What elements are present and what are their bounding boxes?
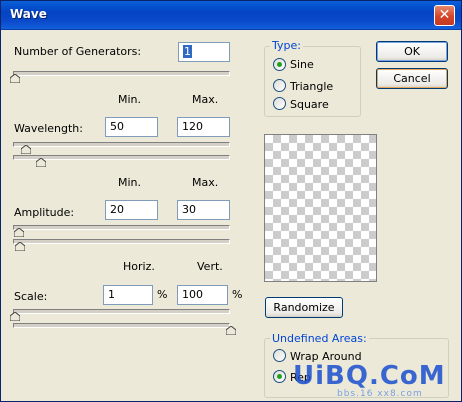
scale-label: Scale: [14,290,48,303]
amplitude-label: Amplitude: [14,206,75,219]
type-group-title: Type: [270,39,303,52]
undefined-areas-group-title: Undefined Areas: [270,332,369,345]
wave-dialog: Wave ✕ Number of Generators: 1 Min. Max.… [0,0,462,402]
title-bar[interactable]: Wave ✕ [1,1,461,30]
scale-vert-header: Vert. [197,260,223,273]
scale-horiz-slider-track[interactable] [13,309,230,314]
generators-value: 1 [183,45,192,58]
watermark-logo: UiBQ.CoM [293,361,446,391]
wavelength-min-slider-thumb[interactable] [21,145,31,154]
type-square-label[interactable]: Square [290,98,329,111]
wavelength-max-input[interactable]: 120 [177,117,230,137]
wavelength-min-header: Min. [118,93,142,106]
type-sine-radio[interactable] [273,58,286,71]
type-square-radio[interactable] [273,97,286,110]
amplitude-max-input[interactable]: 30 [177,200,230,220]
wrap-around-radio[interactable] [273,349,286,362]
wavelength-max-header: Max. [192,93,219,106]
ok-button[interactable]: OK [376,41,448,62]
scale-vert-slider-track[interactable] [13,323,230,328]
close-icon: ✕ [438,7,451,23]
type-sine-label[interactable]: Sine [290,58,314,71]
scale-vert-percent: % [232,288,243,301]
close-button[interactable]: ✕ [434,5,455,26]
scale-horiz-percent: % [157,288,168,301]
generators-input[interactable]: 1 [178,42,230,62]
wavelength-max-slider-thumb[interactable] [36,158,46,167]
scale-horiz-input[interactable]: 1 [103,285,153,305]
amplitude-min-header: Min. [118,176,142,189]
wavelength-min-slider-track[interactable] [13,142,230,147]
amplitude-max-slider-thumb[interactable] [15,242,25,251]
generators-label: Number of Generators: [14,45,142,58]
amplitude-max-slider-track[interactable] [13,239,230,244]
scale-vert-slider-thumb[interactable] [226,326,236,335]
scale-vert-input[interactable]: 100 [177,285,228,305]
randomize-button[interactable]: Randomize [265,297,343,318]
generators-slider-track[interactable] [13,71,230,76]
wavelength-min-input[interactable]: 50 [105,117,158,137]
amplitude-min-slider-track[interactable] [13,225,230,230]
amplitude-min-slider-thumb[interactable] [14,228,24,237]
amplitude-min-input[interactable]: 20 [105,200,158,220]
generators-slider-thumb[interactable] [10,74,20,83]
watermark-subtext: bbs.16 xx8.com [337,389,423,399]
wavelength-label: Wavelength: [14,122,83,135]
type-triangle-radio[interactable] [273,79,286,92]
type-triangle-label[interactable]: Triangle [290,80,333,93]
cancel-button[interactable]: Cancel [376,68,448,89]
scale-horiz-slider-thumb[interactable] [10,312,20,321]
window-title: Wave [10,7,47,21]
repeat-edge-radio[interactable] [273,370,286,383]
scale-horiz-header: Horiz. [123,260,155,273]
preview-area [264,134,377,282]
amplitude-max-header: Max. [192,176,219,189]
